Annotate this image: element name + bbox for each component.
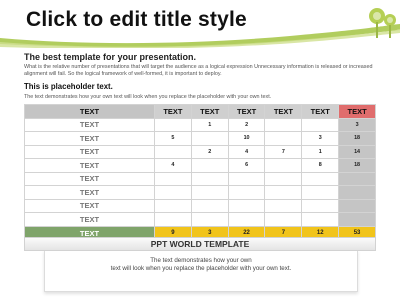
- data-table[interactable]: TEXT TEXT TEXT TEXT TEXT TEXT TEXT TEXT …: [24, 104, 376, 241]
- table-cell: [190, 198, 229, 213]
- table-cell: [264, 185, 303, 200]
- table-header-cell-highlight: TEXT: [338, 104, 376, 119]
- table-cell: [264, 158, 303, 173]
- table-cell: [227, 185, 266, 200]
- table-cell: 10: [227, 131, 266, 146]
- table-cell-total-column: 3: [338, 117, 376, 132]
- intro-block: The best template for your presentation.…: [24, 52, 376, 78]
- table-cell: 5: [154, 131, 192, 146]
- table-cell: 1: [301, 144, 340, 159]
- table-row: TEXT: [24, 212, 376, 227]
- table-cell: [154, 171, 192, 186]
- row-label: TEXT: [24, 185, 155, 200]
- table-cell: [264, 117, 303, 132]
- table-cell-total-column: 18: [338, 131, 376, 146]
- table-row: TEXT 4 6 8 18: [24, 158, 376, 173]
- table-cell: [264, 171, 303, 186]
- table-cell: 8: [301, 158, 340, 173]
- table-cell: [227, 198, 266, 213]
- table-cell: 2: [190, 144, 229, 159]
- table-cell: [264, 198, 303, 213]
- table-row: TEXT 2 4 7 1 14: [24, 144, 376, 159]
- table-cell: [301, 185, 340, 200]
- table-row: TEXT 1 2 3: [24, 117, 376, 132]
- table-cell: 6: [227, 158, 266, 173]
- table-cell: [227, 171, 266, 186]
- row-label: TEXT: [24, 131, 155, 146]
- table-row: TEXT: [24, 198, 376, 213]
- table-cell: [264, 212, 303, 227]
- table-header-cell: TEXT: [190, 104, 229, 119]
- row-label: TEXT: [24, 144, 155, 159]
- table-cell: [154, 212, 192, 227]
- table-cell-total-column: 14: [338, 144, 376, 159]
- table-cell-total-column: [338, 212, 376, 227]
- table-header-cell: TEXT: [301, 104, 340, 119]
- table-cell: [154, 198, 192, 213]
- table-cell: 4: [154, 158, 192, 173]
- table-row: TEXT: [24, 185, 376, 200]
- callout-text-line-2: text will look when you replace the plac…: [110, 265, 292, 272]
- intro-heading: The best template for your presentation.: [24, 52, 197, 62]
- table-cell-total-column: 18: [338, 158, 376, 173]
- table-cell: [154, 185, 192, 200]
- callout-text-line-1: The text demonstrates how your own: [150, 257, 252, 264]
- row-label: TEXT: [24, 171, 155, 186]
- table-cell: [301, 198, 340, 213]
- table-cell: [190, 185, 229, 200]
- table-cell: 3: [301, 131, 340, 146]
- table-cell: [227, 212, 266, 227]
- intro-body: What is the relative number of presentat…: [24, 64, 373, 77]
- table-header-cell: TEXT: [227, 104, 266, 119]
- table-cell: [154, 144, 192, 159]
- row-label: TEXT: [24, 117, 155, 132]
- row-label: TEXT: [24, 198, 155, 213]
- table-cell: [190, 171, 229, 186]
- table-cell: [301, 117, 340, 132]
- table-header-cell: TEXT: [24, 104, 155, 119]
- slide-title[interactable]: Click to edit title style: [26, 8, 247, 32]
- callout-text-box[interactable]: The text demonstrates how your own text …: [44, 250, 358, 292]
- table-cell: 1: [190, 117, 229, 132]
- table-cell: [190, 212, 229, 227]
- table-cell: [190, 131, 229, 146]
- table-cell-total-column: [338, 198, 376, 213]
- row-label: TEXT: [24, 212, 155, 227]
- table-cell: 2: [227, 117, 266, 132]
- table-header-cell: TEXT: [264, 104, 303, 119]
- table-cell-total-column: [338, 171, 376, 186]
- table-cell: [301, 212, 340, 227]
- table-header-row: TEXT TEXT TEXT TEXT TEXT TEXT TEXT: [24, 104, 376, 119]
- section-body: The text demonstrates how your own text …: [24, 94, 272, 100]
- table-cell: [190, 158, 229, 173]
- table-row: TEXT: [24, 171, 376, 186]
- table-cell: 4: [227, 144, 266, 159]
- tree-icon: [369, 8, 396, 38]
- callout-title: PPT WORLD TEMPLATE: [150, 239, 250, 249]
- table-header-cell: TEXT: [154, 104, 192, 119]
- table-cell: [154, 117, 192, 132]
- table-cell: [301, 171, 340, 186]
- table-cell-total-column: [338, 185, 376, 200]
- table-row: TEXT 5 10 3 18: [24, 131, 376, 146]
- table-cell: 7: [264, 144, 303, 159]
- row-label: TEXT: [24, 158, 155, 173]
- section-heading-block: This is placeholder text. The text demon…: [24, 82, 376, 100]
- callout-panel: The text demonstrates how your own text …: [24, 237, 376, 292]
- section-title: This is placeholder text.: [24, 82, 113, 91]
- table-cell: [264, 131, 303, 146]
